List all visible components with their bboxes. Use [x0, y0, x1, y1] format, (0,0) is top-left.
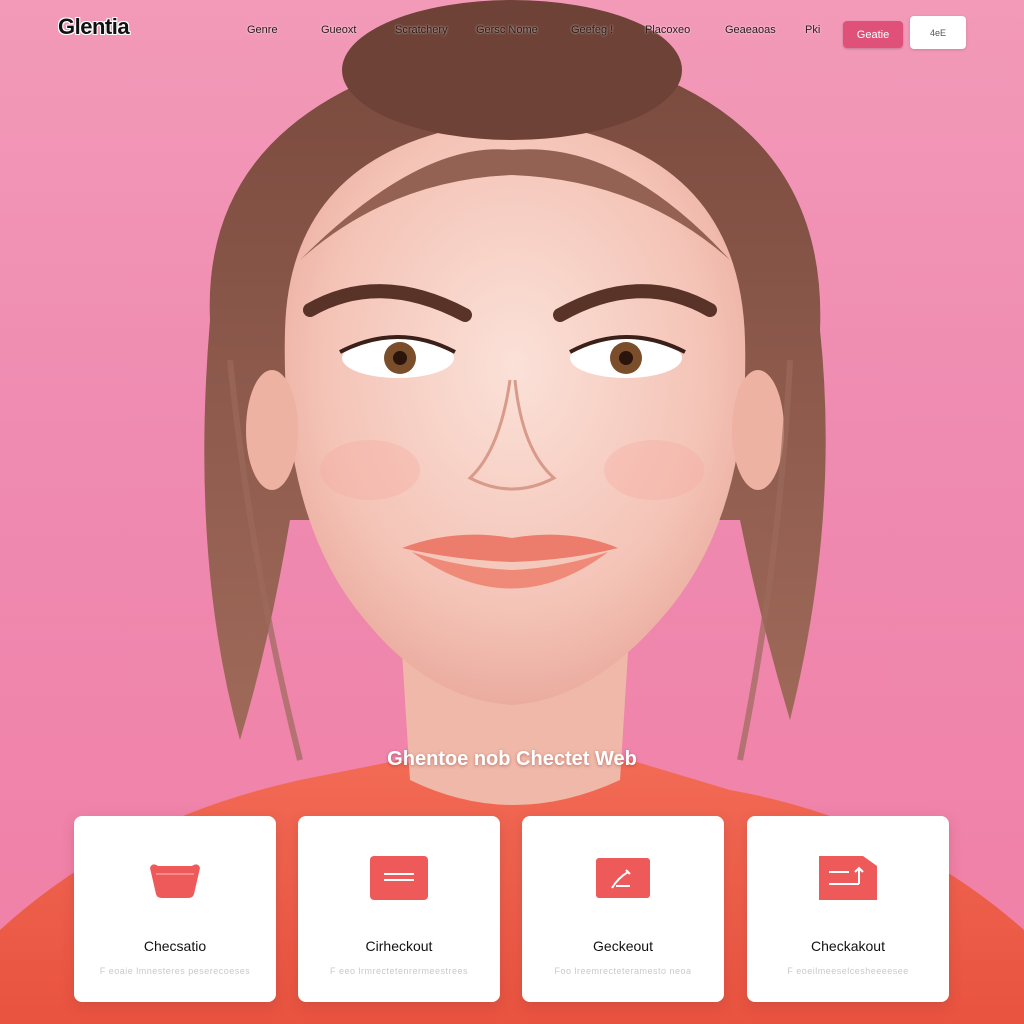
nav-item-genre[interactable]: Genre — [247, 24, 278, 36]
card-title: Checkakout — [811, 938, 885, 954]
nav-item-pki[interactable]: Pki — [805, 24, 820, 36]
wallet-icon — [370, 856, 428, 900]
card-title: Checsatio — [143, 938, 207, 954]
feature-card-checsatio[interactable]: Checsatio F eoaie lmnesteres peserecoese… — [74, 816, 276, 1002]
nav-item-gueoxt[interactable]: Gueoxt — [321, 24, 356, 36]
hero-title: Ghentoe nob Chectet Web — [387, 748, 637, 770]
secondary-button[interactable]: 4eE — [910, 16, 966, 49]
nav-item-geefeg[interactable]: Geefeg ! — [571, 24, 613, 36]
nav-item-scratchery[interactable]: Scratchery — [395, 24, 448, 36]
card-subtitle: F eoaie lmnesteres peserecoeses — [99, 966, 251, 976]
card-title: Cirheckout — [365, 938, 433, 954]
primary-cta-button[interactable]: Geatie — [843, 21, 903, 48]
folder-arrow-icon — [819, 856, 877, 900]
basket-icon — [150, 864, 200, 898]
card-subtitle: Foo lreemrecteteramesto neoa — [554, 966, 692, 976]
nav-item-placoxeo[interactable]: Placoxeo — [645, 24, 690, 36]
nav-item-geaeaoas[interactable]: Geaeaoas — [725, 24, 776, 36]
top-header: Glentia Genre Gueoxt Scratchery Gersc No… — [0, 0, 1024, 64]
feature-card-checkakout[interactable]: Checkakout F eoeilmeeselcesheeeesee — [747, 816, 949, 1002]
feature-card-geckeout[interactable]: Geckeout Foo lreemrecteteramesto neoa — [522, 816, 724, 1002]
feature-card-cirheckout[interactable]: Cirheckout F eeo lrmrectetenrermeestrees — [298, 816, 500, 1002]
document-edit-icon — [596, 858, 650, 898]
nav-item-gersc-nome[interactable]: Gersc Nome — [476, 24, 538, 36]
card-title: Geckeout — [593, 938, 653, 954]
card-subtitle: F eoeilmeeselcesheeeesee — [787, 966, 909, 976]
card-subtitle: F eeo lrmrectetenrermeestrees — [329, 966, 469, 976]
